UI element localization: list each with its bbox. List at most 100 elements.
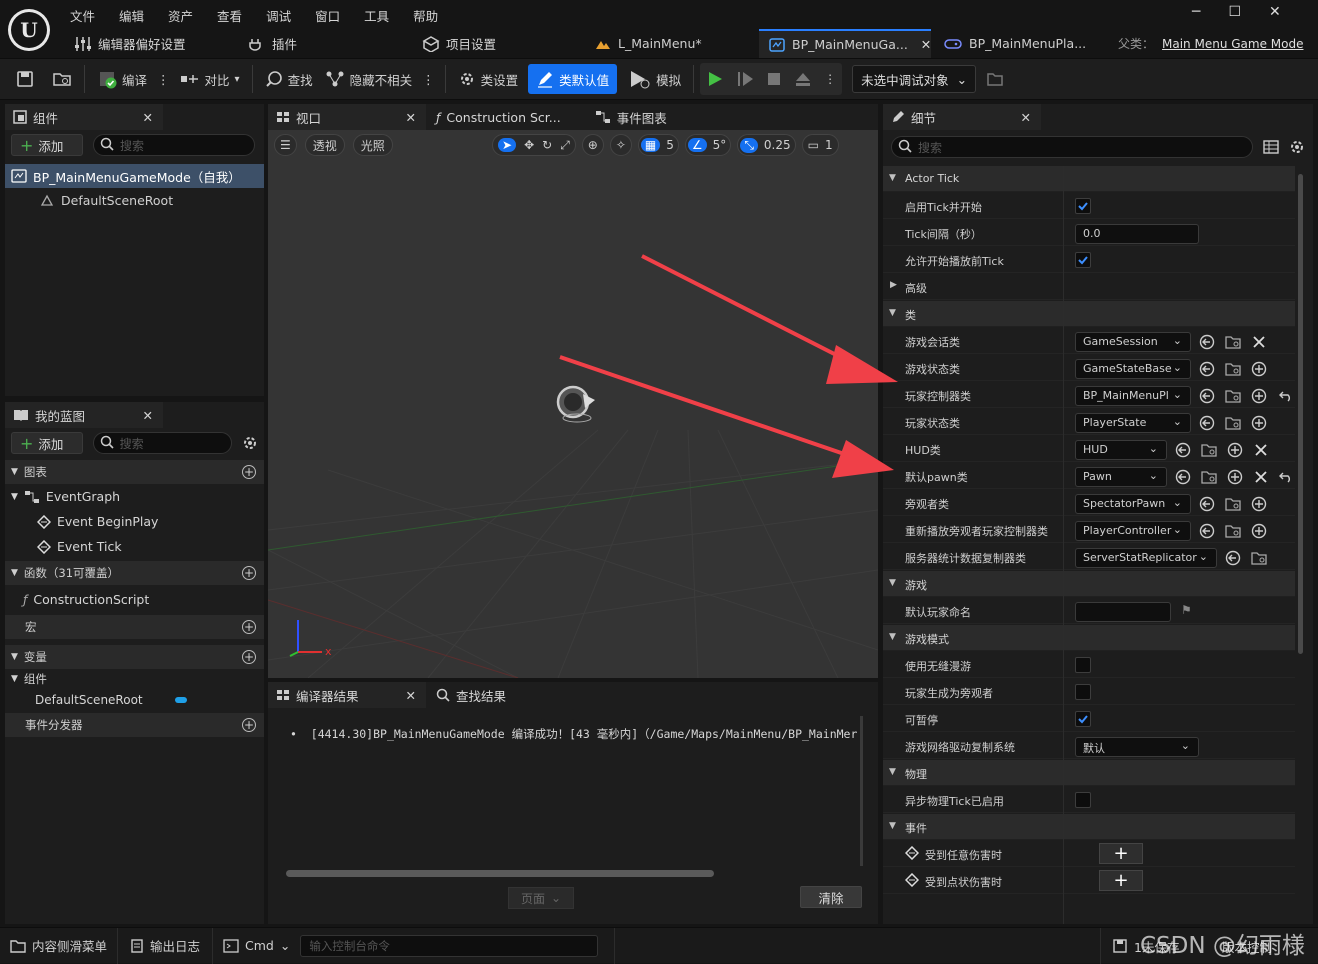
browse-asset-icon[interactable] — [1225, 361, 1241, 377]
section-variables[interactable]: ▼ 变量 + — [5, 645, 264, 669]
play-icon[interactable] — [706, 70, 724, 88]
close-tab-icon[interactable]: ✕ — [406, 110, 416, 125]
project-settings-button[interactable]: 项目设置 — [422, 34, 496, 53]
rotation-snap-control[interactable]: ∠ 5° — [684, 134, 732, 156]
eventgraph-item[interactable]: ▼ EventGraph — [5, 484, 264, 509]
menu-help[interactable]: 帮助 — [413, 6, 438, 25]
default-player-name-field[interactable] — [1075, 602, 1171, 622]
add-blueprint-item-button[interactable]: + 添加 — [11, 432, 83, 454]
browse-asset-icon[interactable] — [1225, 496, 1241, 512]
category-game[interactable]: ▼ 游戏 — [883, 571, 1295, 597]
category-actor-tick[interactable]: ▼ Actor Tick — [883, 166, 1295, 192]
section-dispatchers[interactable]: 事件分发器 + — [5, 713, 264, 737]
details-scrollbar[interactable] — [1298, 174, 1303, 654]
eject-icon[interactable] — [794, 71, 812, 87]
menu-edit[interactable]: 编辑 — [119, 6, 144, 25]
table-view-icon[interactable] — [1263, 140, 1279, 154]
add-new-icon[interactable] — [1251, 388, 1267, 404]
class-settings-button[interactable]: 类设置 — [452, 64, 525, 94]
components-group[interactable]: ▼ 组件 — [5, 669, 264, 689]
async-physics-checkbox[interactable] — [1075, 792, 1091, 808]
close-tab-icon[interactable]: ✕ — [143, 110, 153, 125]
tab-compiler-results[interactable]: 编译器结果 ✕ — [268, 682, 426, 708]
add-function-icon[interactable]: + — [242, 566, 256, 580]
use-selected-icon[interactable] — [1199, 361, 1215, 377]
compile-options-button[interactable]: ⋮ — [153, 64, 174, 94]
category-physics[interactable]: ▼ 物理 — [883, 760, 1295, 786]
tab-details[interactable]: 细节 ✕ — [883, 104, 1041, 130]
event-beginplay-item[interactable]: Event BeginPlay — [5, 509, 264, 534]
start-with-tick-checkbox[interactable] — [1075, 198, 1091, 214]
add-new-icon[interactable] — [1251, 361, 1267, 377]
tick-interval-field[interactable]: 0.0 — [1075, 224, 1199, 244]
details-search-input[interactable]: 搜索 — [891, 136, 1253, 158]
rotate-tool-icon[interactable]: ↻ — [542, 138, 552, 152]
editor-prefs-button[interactable]: 编辑器偏好设置 — [74, 34, 186, 53]
close-window-icon[interactable]: ✕ — [1269, 4, 1281, 20]
browse-button[interactable] — [46, 64, 78, 94]
section-macros[interactable]: 宏 + — [5, 615, 264, 639]
components-search-input[interactable]: 搜索 — [93, 134, 255, 156]
use-selected-icon[interactable] — [1199, 496, 1215, 512]
class-dropdown[interactable]: PlayerState ⌄ — [1075, 413, 1191, 433]
perspective-button[interactable]: 透视 — [304, 134, 345, 156]
tick-before-begin-checkbox[interactable] — [1075, 252, 1091, 268]
event-tick-item[interactable]: Event Tick — [5, 534, 264, 559]
add-graph-icon[interactable]: + — [242, 465, 256, 479]
use-selected-icon[interactable] — [1175, 442, 1191, 458]
lighting-button[interactable]: 光照 — [352, 134, 393, 156]
menu-window[interactable]: 窗口 — [315, 6, 340, 25]
row-advanced[interactable]: ▶ 高级 — [883, 274, 1295, 300]
debug-target-dropdown[interactable]: 未选中调试对象 ⌄ — [852, 65, 977, 93]
class-dropdown[interactable]: GameStateBase ⌄ — [1075, 359, 1191, 379]
tab-event-graph[interactable]: 事件图表 — [595, 108, 667, 127]
add-any-damage-event-button[interactable]: + — [1099, 843, 1143, 864]
class-dropdown[interactable]: PlayerController ⌄ — [1075, 521, 1191, 541]
use-selected-icon[interactable] — [1199, 523, 1215, 539]
cmd-dropdown[interactable]: Cmd ⌄ — [213, 928, 300, 964]
class-defaults-button[interactable]: 类默认值 — [528, 64, 618, 94]
start-spectators-checkbox[interactable] — [1075, 684, 1091, 700]
construction-script-item[interactable]: ƒ ConstructionScript — [5, 585, 264, 613]
add-new-icon[interactable] — [1251, 415, 1267, 431]
add-new-icon[interactable] — [1227, 442, 1243, 458]
output-log-button[interactable]: 输出日志 — [118, 927, 214, 964]
browse-asset-icon[interactable] — [1201, 442, 1217, 458]
use-selected-icon[interactable] — [1199, 334, 1215, 350]
class-dropdown[interactable]: SpectatorPawn ⌄ — [1075, 494, 1191, 514]
tab-bp-mainmenuplayer[interactable]: BP_MainMenuPla... — [934, 29, 1096, 58]
menu-debug[interactable]: 调试 — [266, 6, 291, 25]
use-selected-icon[interactable] — [1175, 469, 1191, 485]
unreal-logo-icon[interactable]: U — [8, 9, 50, 51]
tab-construction-script[interactable]: ƒ Construction Scr... — [436, 110, 561, 125]
find-button[interactable]: 查找 — [259, 64, 319, 94]
stop-icon[interactable] — [766, 71, 782, 87]
surface-snap-button[interactable]: ✧ — [609, 134, 632, 156]
browse-asset-icon[interactable] — [1225, 334, 1241, 350]
clear-icon[interactable] — [1253, 442, 1269, 458]
add-variable-icon[interactable]: + — [242, 650, 256, 664]
grid-snap-control[interactable]: ▦ 5 — [637, 134, 679, 156]
step-icon[interactable] — [736, 70, 754, 88]
pausable-checkbox[interactable] — [1075, 711, 1091, 727]
content-drawer-button[interactable]: 内容侧滑菜单 — [0, 927, 119, 964]
vertical-scrollbar[interactable] — [860, 716, 863, 866]
page-dropdown[interactable]: 页面 ⌄ — [508, 887, 574, 909]
close-tab-icon[interactable]: ✕ — [406, 688, 416, 703]
parent-class-link[interactable]: Main Menu Game Mode — [1162, 37, 1303, 51]
section-functions[interactable]: ▼ 函数（31可覆盖） + — [5, 561, 264, 585]
add-new-icon[interactable] — [1251, 496, 1267, 512]
tab-bp-mainmenugamemode[interactable]: BP_MainMenuGa... ✕ — [759, 29, 931, 58]
add-dispatcher-icon[interactable]: + — [242, 718, 256, 732]
class-dropdown[interactable]: HUD ⌄ — [1075, 440, 1167, 460]
category-classes[interactable]: ▼ 类 — [883, 301, 1295, 327]
menu-file[interactable]: 文件 — [70, 6, 95, 25]
viewport[interactable]: ☰ 透视 光照 ➤ ✥ ↻ ⤢ ⊕ ✧ ▦ 5 ∠ 5° ⤡ 0.25 ▭ 1 x — [268, 130, 878, 678]
plugins-button[interactable]: 插件 — [248, 34, 297, 53]
class-dropdown[interactable]: Pawn ⌄ — [1075, 467, 1167, 487]
tab-my-blueprint[interactable]: 我的蓝图 ✕ — [5, 402, 163, 428]
browse-asset-icon[interactable] — [1251, 550, 1267, 566]
move-tool-icon[interactable]: ✥ — [524, 138, 534, 152]
scale-tool-icon[interactable]: ⤢ — [560, 138, 570, 153]
more-options-button[interactable]: ⋮ — [418, 64, 439, 94]
